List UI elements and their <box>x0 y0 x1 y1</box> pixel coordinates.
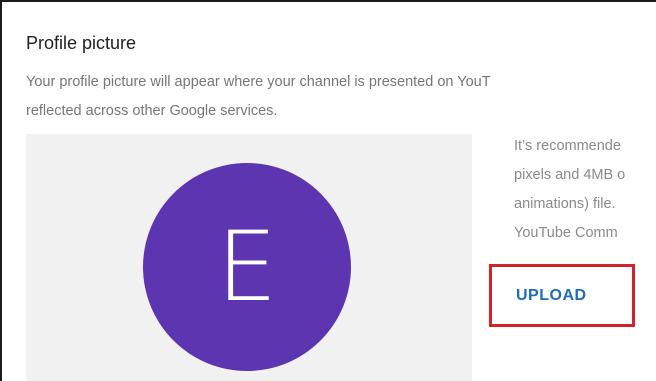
profile-picture-section: Profile picture Your profile picture wil… <box>0 0 656 381</box>
section-description: Your profile picture will appear where y… <box>26 68 656 126</box>
upload-recommendation-text: It’s recommende pixels and 4MB o animati… <box>514 132 656 248</box>
description-line-2: reflected across other Google services. <box>26 103 278 119</box>
section-title: Profile picture <box>26 33 137 53</box>
upload-button[interactable]: UPLOAD <box>516 287 587 305</box>
picture-preview-panel: E <box>26 134 472 381</box>
description-line-1: Your profile picture will appear where y… <box>26 74 491 90</box>
avatar-letter: E <box>216 211 278 323</box>
avatar: E <box>143 163 351 371</box>
hint-line-3: animations) file. <box>514 196 616 212</box>
hint-line-2: pixels and 4MB o <box>514 167 626 183</box>
hint-line-1: It’s recommende <box>514 138 621 154</box>
hint-line-4: YouTube Comm <box>514 225 618 241</box>
